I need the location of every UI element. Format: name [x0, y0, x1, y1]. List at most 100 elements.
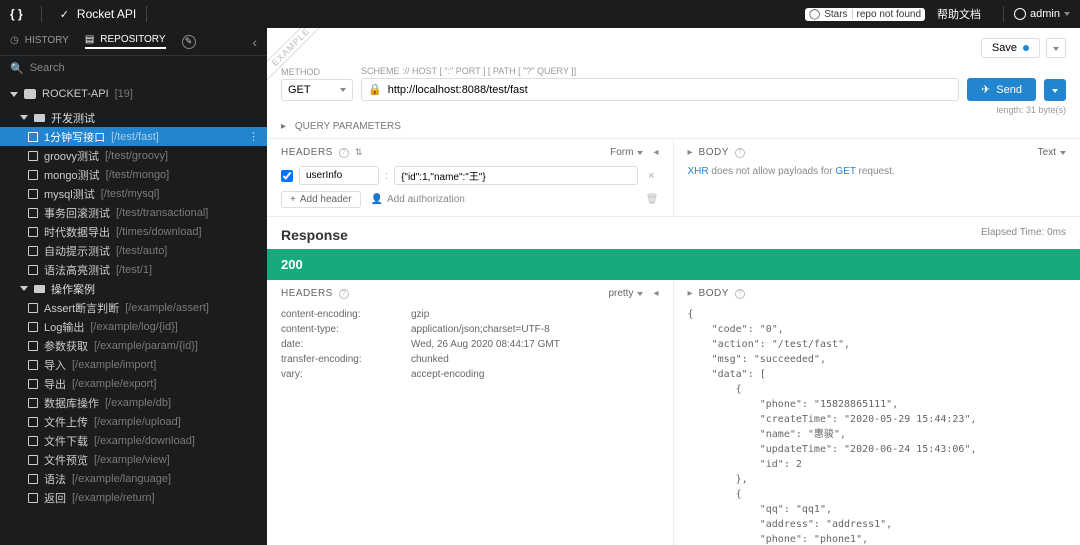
- add-doc-icon[interactable]: ✎: [182, 35, 196, 49]
- file-icon: [28, 132, 38, 142]
- tree-item[interactable]: 自动提示测试 [/test/auto]: [0, 241, 267, 260]
- response-body-json: { "code": "0", "action": "/test/fast", "…: [688, 307, 1067, 545]
- header-key: transfer-encoding:: [281, 352, 411, 367]
- chevron-down-icon: [10, 92, 18, 97]
- header-enabled-checkbox[interactable]: [281, 170, 293, 182]
- tab-repository[interactable]: ▤ REPOSITORY: [85, 34, 166, 49]
- method-select[interactable]: GET: [281, 79, 353, 101]
- tree-item[interactable]: 导入 [/example/import]: [0, 355, 267, 374]
- header-value-input[interactable]: [394, 166, 638, 185]
- app-name: Rocket API: [77, 7, 136, 21]
- tree-folder[interactable]: 开发测试: [0, 108, 267, 127]
- info-icon[interactable]: ?: [735, 289, 745, 299]
- add-header-button[interactable]: + Add header: [281, 191, 361, 208]
- tree-item[interactable]: 参数获取 [/example/param/{id}]: [0, 336, 267, 355]
- tree-item[interactable]: 时代数据导出 [/times/download]: [0, 222, 267, 241]
- folder-icon: [34, 285, 45, 293]
- tree: 开发测试 1分钟写接口 [/test/fast] ⋮ groovy测试 [/test/…: [0, 108, 267, 545]
- item-name: 语法: [44, 471, 66, 487]
- url-value: http://localhost:8088/test/fast: [388, 84, 528, 96]
- tab-history[interactable]: ◷ HISTORY: [10, 35, 69, 48]
- header-key-input[interactable]: [299, 166, 379, 185]
- file-icon: [28, 360, 38, 370]
- info-icon[interactable]: ?: [339, 289, 349, 299]
- file-icon: [28, 170, 38, 180]
- tree-item[interactable]: 文件下载 [/example/download]: [0, 431, 267, 450]
- collapse-sidebar-icon[interactable]: ‹: [252, 34, 257, 50]
- tree-item[interactable]: 语法高亮测试 [/test/1]: [0, 260, 267, 279]
- status-code: 200: [267, 249, 1080, 280]
- item-path: [/example/db]: [105, 397, 171, 409]
- chevron-down-icon: [1064, 12, 1070, 16]
- response-header-row: content-encoding:gzip: [281, 307, 659, 322]
- divider: [146, 6, 147, 22]
- trash-icon[interactable]: 🗑: [646, 194, 659, 205]
- project-root[interactable]: ROCKET-API [19]: [0, 80, 267, 108]
- tree-item[interactable]: Assert断言判断 [/example/assert]: [0, 298, 267, 317]
- url-input[interactable]: 🔒 http://localhost:8088/test/fast: [361, 78, 959, 101]
- info-icon[interactable]: ?: [339, 148, 349, 158]
- file-icon: [28, 417, 38, 427]
- tree-item[interactable]: 语法 [/example/language]: [0, 469, 267, 488]
- tree-item[interactable]: 返回 [/example/return]: [0, 488, 267, 507]
- query-params-toggle[interactable]: ▸ QUERY PARAMETERS: [267, 115, 1080, 138]
- item-path: [/test/mysql]: [101, 188, 160, 200]
- item-name: 参数获取: [44, 338, 88, 354]
- response-headers-table: content-encoding:gzipcontent-type:applic…: [281, 307, 659, 382]
- search-icon: 🔍: [10, 62, 24, 75]
- file-icon: [28, 455, 38, 465]
- item-name: 数据库操作: [44, 395, 99, 411]
- scheme-label: SCHEME :// HOST [ ":" PORT ] [ PATH [ "?…: [361, 66, 959, 76]
- tree-item[interactable]: 数据库操作 [/example/db]: [0, 393, 267, 412]
- item-path: [/test/fast]: [111, 131, 159, 143]
- send-dropdown-button[interactable]: [1044, 79, 1066, 101]
- menu-icon[interactable]: ⋮: [248, 130, 259, 143]
- item-name: 1分钟写接口: [44, 129, 105, 145]
- file-icon: [28, 398, 38, 408]
- plus-icon: +: [290, 194, 296, 205]
- form-mode-select[interactable]: Form: [610, 147, 633, 158]
- add-authorization-button[interactable]: 👤 Add authorization: [371, 194, 465, 205]
- pretty-select[interactable]: pretty: [608, 288, 633, 299]
- header-value: accept-encoding: [411, 367, 484, 382]
- info-icon[interactable]: ?: [735, 148, 745, 158]
- sidebar-search[interactable]: 🔍 Search: [0, 56, 267, 80]
- tree-item[interactable]: 1分钟写接口 [/test/fast] ⋮: [0, 127, 267, 146]
- tree-item[interactable]: mysql测试 [/test/mysql]: [0, 184, 267, 203]
- send-button[interactable]: ✈ Send: [967, 78, 1036, 101]
- tree-item[interactable]: groovy测试 [/test/groovy]: [0, 146, 267, 165]
- tree-folder[interactable]: 操作案例: [0, 279, 267, 298]
- file-icon: [28, 189, 38, 199]
- item-path: [/test/transactional]: [116, 207, 208, 219]
- response-header-row: transfer-encoding:chunked: [281, 352, 659, 367]
- save-dropdown-button[interactable]: [1046, 38, 1066, 58]
- tree-item[interactable]: 导出 [/example/export]: [0, 374, 267, 393]
- send-icon: ✈: [981, 83, 990, 96]
- user-menu[interactable]: admin: [1014, 8, 1070, 20]
- tree-item[interactable]: 文件上传 [/example/upload]: [0, 412, 267, 431]
- request-headers-panel: HEADERS ? ⇅ Form ◂ : ×: [267, 139, 674, 216]
- chevron-down-icon: [20, 286, 28, 291]
- tree-item[interactable]: 事务回滚测试 [/test/transactional]: [0, 203, 267, 222]
- response-headers-panel: HEADERS ? pretty ◂ content-encoding:gzip…: [267, 280, 674, 545]
- github-badge[interactable]: ◯ Stars repo not found: [805, 8, 925, 21]
- collapse-left-icon[interactable]: ◂: [653, 288, 658, 299]
- item-path: [/example/log/{id}]: [90, 321, 177, 333]
- user-icon: [1014, 8, 1026, 20]
- expand-right-icon[interactable]: ▸: [688, 147, 693, 158]
- help-docs-link[interactable]: 帮助文档: [937, 6, 981, 22]
- sort-icon[interactable]: ⇅: [355, 147, 363, 158]
- tree-item[interactable]: mongo测试 [/test/mongo]: [0, 165, 267, 184]
- tree-item[interactable]: 文件预览 [/example/view]: [0, 450, 267, 469]
- item-name: 事务回滚测试: [44, 205, 110, 221]
- item-name: Assert断言判断: [44, 300, 119, 316]
- gh-repo-status: repo not found: [857, 9, 922, 20]
- remove-header-icon[interactable]: ×: [644, 170, 658, 182]
- save-button[interactable]: Save: [981, 38, 1040, 58]
- text-mode-select[interactable]: Text: [1038, 147, 1056, 158]
- item-path: [/test/auto]: [116, 245, 167, 257]
- expand-right-icon[interactable]: ▸: [688, 288, 693, 299]
- length-info: length: 31 byte(s): [267, 105, 1080, 115]
- collapse-left-icon[interactable]: ◂: [653, 147, 658, 158]
- tree-item[interactable]: Log输出 [/example/log/{id}]: [0, 317, 267, 336]
